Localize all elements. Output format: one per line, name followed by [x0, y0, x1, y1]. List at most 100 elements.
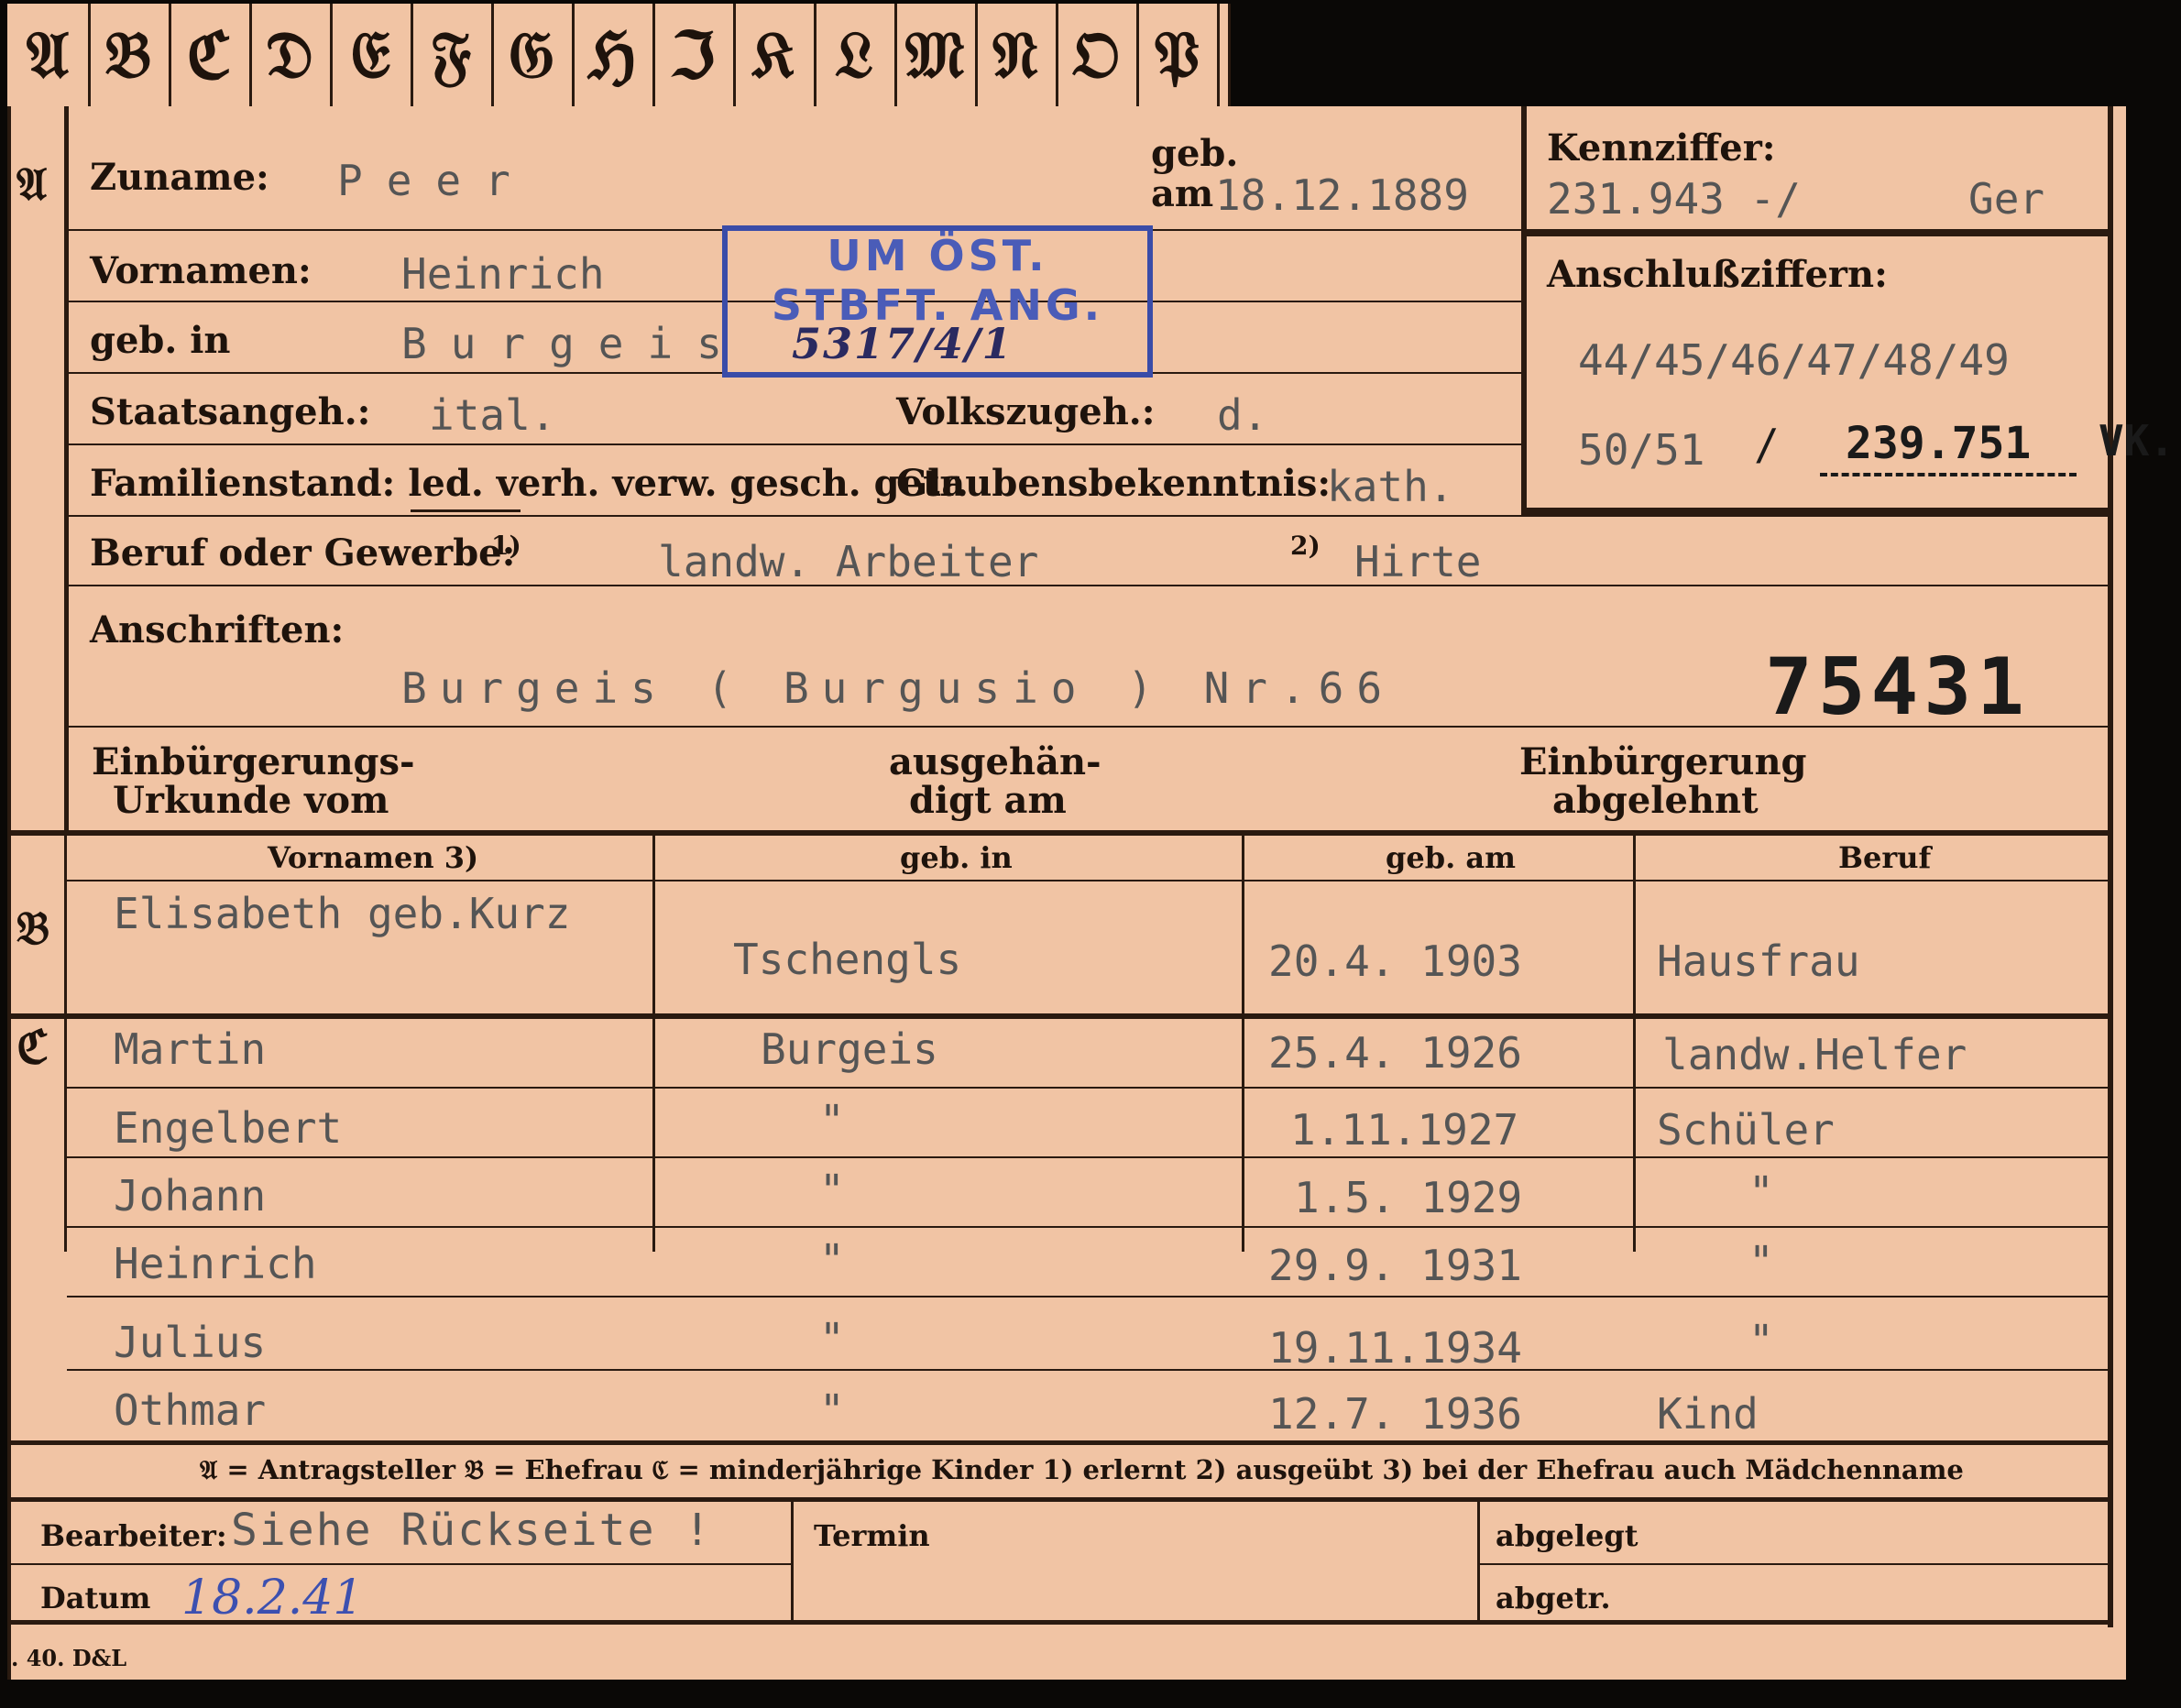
- wife-birthplace: Tschengls: [733, 935, 962, 984]
- print-mark: . 40. D&L: [11, 1645, 127, 1671]
- occupation-learned-value: landw. Arbeiter: [658, 537, 1039, 586]
- address-value: Burgeis ( Burgusio ) Nr.66: [401, 663, 1396, 713]
- wife-birthdate: 20.4. 1903: [1268, 936, 1522, 986]
- file-number: 75431: [1765, 641, 2030, 733]
- connection-numbers-line-2: 50/51: [1578, 425, 1705, 475]
- birthplace-value: Burgeis: [401, 319, 746, 368]
- child-occupation: ": [1748, 1167, 1774, 1217]
- surname-value: Peer: [337, 156, 534, 205]
- child-birthplace: ": [819, 1166, 845, 1215]
- child-birthdate: 25.4. 1926: [1268, 1028, 1522, 1078]
- column-header-occupation: Beruf: [1838, 840, 1932, 875]
- handed-over-label-2: digt am: [909, 779, 1067, 822]
- citizenship-label: Staatsangeh.:: [90, 390, 371, 433]
- child-name: Heinrich: [114, 1239, 317, 1288]
- register-tab: 𝔇: [249, 4, 333, 106]
- register-tab: 𝔑: [975, 4, 1058, 106]
- column-header-birthplace: geb. in: [900, 840, 1013, 875]
- register-tab: ℑ: [652, 4, 736, 106]
- handed-over-label-1: ausgehän-: [889, 740, 1101, 783]
- register-tab: 𝔊: [491, 4, 575, 106]
- naturalization-refused-label-1: Einbürgerung: [1519, 740, 1807, 783]
- addresses-label: Anschriften:: [90, 608, 345, 651]
- register-tab: 𝔄: [7, 4, 91, 106]
- date-handwritten: 18.2.41: [181, 1571, 364, 1626]
- child-name: Johann: [114, 1171, 267, 1221]
- naturalization-refused-label-2: abgelehnt: [1552, 779, 1759, 822]
- child-birthdate: 19.11.1934: [1268, 1323, 1522, 1373]
- child-birthplace: ": [819, 1385, 845, 1435]
- index-card: UM ÖST. STBFT. ANG. 5317/4/1 𝔄 Zuname: P…: [7, 106, 2175, 1680]
- office-stamp: UM ÖST. STBFT. ANG. 5317/4/1: [722, 225, 1153, 378]
- register-tab: 𝔐: [894, 4, 978, 106]
- child-name: Julius: [114, 1318, 267, 1367]
- first-names-value: Heinrich: [401, 249, 605, 299]
- child-name: Othmar: [114, 1385, 267, 1435]
- citizenship-value: ital.: [429, 390, 556, 440]
- register-tab: 𝔒: [1056, 4, 1139, 106]
- child-name: Engelbert: [114, 1103, 343, 1153]
- child-birthdate: 1.11.1927: [1290, 1105, 1519, 1155]
- register-tab-strip: 𝔄 𝔅 ℭ 𝔇 𝔈 𝔉 𝔊 ℌ ℑ 𝔎 𝔏 𝔐 𝔑 𝔒 𝔓: [7, 4, 1231, 106]
- register-tab: 𝔈: [330, 4, 413, 106]
- child-birthplace: ": [819, 1096, 845, 1145]
- deadline-label: Termin: [814, 1518, 930, 1553]
- processor-label: Bearbeiter:: [40, 1518, 227, 1553]
- register-tab: 𝔅: [88, 4, 171, 106]
- section-a-marker: 𝔄: [16, 157, 48, 211]
- occupation-label: Beruf oder Gewerbe:: [90, 531, 516, 575]
- legend-text: 𝔄 = Antragsteller 𝔅 = Ehefrau ℭ = minder…: [200, 1454, 1964, 1485]
- connection-numbers-label: Anschlußziffern:: [1547, 253, 1888, 296]
- column-header-birthdate: geb. am: [1386, 840, 1516, 875]
- register-tab: 𝔓: [1136, 4, 1220, 106]
- surname-label: Zuname:: [90, 156, 269, 199]
- removed-label: abgetr.: [1496, 1581, 1611, 1615]
- filed-label: abgelegt: [1496, 1518, 1638, 1553]
- religion-label: Glaubensbekenntnis:: [896, 462, 1332, 505]
- connection-numbers-separator: /: [1754, 420, 1780, 469]
- column-header-first-names: Vornamen 3): [268, 840, 479, 875]
- wife-occupation: Hausfrau: [1657, 936, 1860, 986]
- child-birthplace: ": [819, 1314, 845, 1363]
- kennziffer-label: Kennziffer:: [1547, 126, 1776, 170]
- occupation-learned-marker: 1): [491, 531, 521, 561]
- section-c-marker: ℭ: [16, 1020, 49, 1074]
- register-tab: 𝔎: [733, 4, 817, 106]
- ethnicity-label: Volkszugeh.:: [896, 390, 1156, 433]
- occupation-practiced-marker: 2): [1290, 531, 1321, 561]
- date-label: Datum: [40, 1581, 151, 1615]
- child-birthdate: 12.7. 1936: [1268, 1389, 1522, 1439]
- section-b-marker: 𝔅: [16, 901, 50, 955]
- child-name: Martin: [114, 1024, 267, 1074]
- stamp-handwritten-number: 5317/4/1: [792, 319, 1014, 368]
- register-tab: 𝔉: [411, 4, 494, 106]
- religion-value: kath.: [1327, 462, 1454, 511]
- child-occupation: ": [1748, 1316, 1774, 1365]
- connection-numbers-line-3: 239.751: [1846, 418, 2032, 469]
- born-date-label: geb. am: [1151, 132, 1239, 215]
- processor-value: Siehe Rückseite !: [231, 1505, 713, 1556]
- register-tab: ℌ: [572, 4, 655, 106]
- marital-status-label: Familienstand: led. verh. verw. gesch. g…: [90, 462, 969, 505]
- birthplace-label: geb. in: [90, 319, 231, 362]
- child-occupation: landw.Helfer: [1662, 1030, 1967, 1079]
- child-birthdate: 1.5. 1929: [1294, 1173, 1523, 1222]
- wife-name: Elisabeth geb.Kurz: [114, 889, 571, 938]
- naturalization-certificate-label-2: Urkunde vom: [113, 779, 389, 822]
- naturalization-certificate-label-1: Einbürgerungs-: [92, 740, 415, 783]
- marital-status-underline: [411, 509, 521, 512]
- occupation-practiced-value: Hirte: [1354, 537, 1482, 586]
- first-names-label: Vornamen:: [90, 249, 312, 292]
- register-tab: ℭ: [169, 4, 252, 106]
- ethnicity-value: d.: [1217, 390, 1268, 440]
- child-birthplace: ": [819, 1235, 845, 1285]
- stamp-line-1: UM ÖST.: [827, 231, 1048, 280]
- kennziffer-value: 231.943 -/: [1547, 174, 1801, 224]
- connection-numbers-line-1: 44/45/46/47/48/49: [1578, 335, 2010, 385]
- child-occupation: ": [1748, 1237, 1774, 1286]
- born-date-value: 18.12.1889: [1215, 170, 1469, 220]
- child-birthplace: Burgeis: [761, 1024, 938, 1074]
- connection-underline: [1820, 473, 2077, 476]
- child-occupation: Kind: [1657, 1389, 1759, 1439]
- connection-suffix: VK.: [2099, 416, 2176, 465]
